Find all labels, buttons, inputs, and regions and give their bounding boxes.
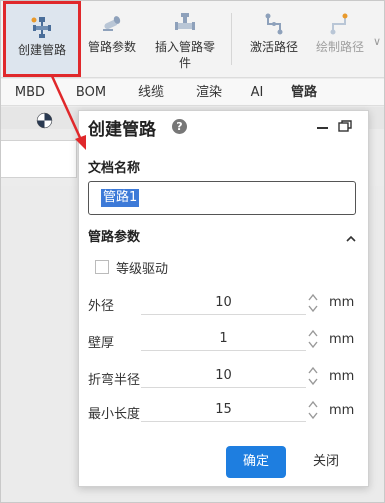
create-pipe-button[interactable]: 创建管路 [3,1,81,77]
outer-diameter-label: 外径 [88,299,115,314]
tab-mbd[interactable]: MBD [11,79,49,106]
min-length-input[interactable]: 15 [141,398,306,422]
wall-thickness-unit: mm [329,332,355,347]
create-pipe-dialog: 创建管路 ? 文档名称 管路1 管路参数 等级驱动 外径 10 mm 壁厚 1 … [78,110,369,487]
tab-bom[interactable]: BOM [71,79,111,106]
min-length-label: 最小长度 [88,407,141,422]
activate-path-label: 激活路径 [249,40,298,54]
doc-name-label: 文档名称 [88,161,141,176]
bend-radius-spinner[interactable] [308,364,318,388]
wall-thickness-spinner[interactable] [308,327,318,351]
ribbon-overflow-chevron-icon[interactable]: ∨ [373,35,381,48]
doc-name-value: 管路1 [101,189,140,207]
activate-path-button[interactable]: 激活路径 [241,1,307,77]
dialog-title: 创建管路 [88,120,156,140]
chevron-up-icon[interactable] [346,231,356,242]
grade-drive-label: 等级驱动 [116,262,169,277]
pipe-params-label: 管路参数 [87,40,136,54]
tab-render[interactable]: 渲染 [189,79,229,106]
outer-diameter-input[interactable]: 10 [141,291,306,315]
tab-ai[interactable]: AI [243,79,271,106]
draw-path-button[interactable]: 绘制路径 [309,1,371,77]
insert-pipe-part-button[interactable]: 插入管路零 件 [147,1,223,77]
bend-radius-unit: mm [329,369,355,384]
bend-radius-label: 折弯半径 [88,373,141,388]
left-panel-field[interactable] [1,140,77,178]
tab-cable[interactable]: 线缆 [131,79,171,106]
restore-icon[interactable] [338,120,352,132]
tab-pipe[interactable]: 管路 [284,79,324,106]
min-length-unit: mm [329,403,355,418]
help-icon[interactable]: ? [172,119,187,134]
ribbon-separator [231,13,232,65]
min-length-spinner[interactable] [308,398,318,422]
outer-diameter-unit: mm [329,295,355,310]
minimize-icon[interactable] [317,127,328,129]
create-pipe-icon [30,14,54,40]
outer-diameter-spinner[interactable] [308,291,318,315]
ok-button[interactable]: 确定 [226,446,286,478]
ribbon-toolbar: 创建管路 管路参数 插入管路零 件 激活路径 绘制路径 ∨ [1,1,384,78]
create-pipe-label: 创建管路 [17,43,66,57]
bend-radius-input[interactable]: 10 [141,364,306,388]
activate-path-icon [262,11,286,37]
wall-thickness-label: 壁厚 [88,336,115,351]
tab-bar: MBD BOM 线缆 渲染 AI 管路 [1,79,384,106]
pipe-params-icon [100,11,124,37]
insert-pipe-part-label-1: 插入管路零 [154,40,215,54]
insert-pipe-part-icon [173,11,197,37]
close-button[interactable]: 关闭 [300,446,352,478]
draw-path-icon [328,11,352,37]
doc-name-input[interactable]: 管路1 [88,181,356,215]
grade-drive-checkbox[interactable] [95,260,109,274]
draw-path-label: 绘制路径 [315,40,364,54]
pipe-params-section-label: 管路参数 [88,230,141,245]
pipe-params-button[interactable]: 管路参数 [83,1,141,77]
wall-thickness-input[interactable]: 1 [141,327,306,351]
insert-pipe-part-label-2: 件 [178,56,191,70]
appearance-sphere-icon[interactable] [36,112,53,129]
